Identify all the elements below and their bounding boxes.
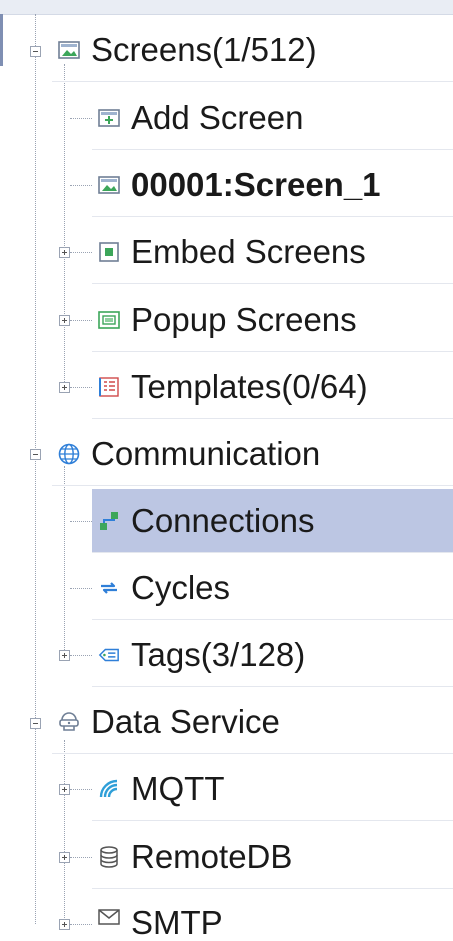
tree-item-popup-screens[interactable]: Popup Screens [92,288,453,352]
tree-item-cycles[interactable]: Cycles [92,556,453,620]
communication-label: Communication [91,434,321,472]
data-service-label: Data Service [91,702,280,740]
remotedb-label: RemoteDB [131,837,293,875]
mqtt-expand-toggle[interactable] [59,784,70,795]
tree-item-tags[interactable]: Tags(3/128) [92,623,453,687]
remotedb-expand-toggle[interactable] [59,852,70,863]
data-service-collapse-toggle[interactable] [30,718,41,729]
tree-item-smtp[interactable]: SMTP [92,892,453,941]
tree-branch [70,387,92,388]
tree-item-data-service[interactable]: Data Service [52,690,453,754]
tree-branch [70,588,92,589]
tree-branch [70,521,92,522]
tree-branch [70,655,92,656]
embed-screens-icon [98,241,120,263]
popup-screens-icon [98,309,120,331]
tree-branch [70,320,92,321]
mail-icon [98,906,120,928]
add-screen-icon [98,107,120,129]
data-service-icon [58,711,80,733]
tree-item-screen-1[interactable]: 00001:Screen_1 [92,153,453,217]
tags-label: Tags(3/128) [131,635,306,673]
tree-item-templates[interactable]: Templates(0/64) [92,355,453,419]
popup-screens-label: Popup Screens [131,300,357,338]
connections-label: Connections [131,501,315,539]
tree-branch [70,924,92,925]
templates-label: Templates(0/64) [131,367,368,405]
screens-collapse-toggle[interactable] [30,46,41,57]
project-tree: Screens(1/512) Add Screen 00001:Screen_1… [0,0,453,941]
tree-item-screens[interactable]: Screens(1/512) [52,18,453,82]
templates-expand-toggle[interactable] [59,382,70,393]
tree-branch [70,857,92,858]
tree-item-embed-screens[interactable]: Embed Screens [92,220,453,284]
tree-branch [70,118,92,119]
globe-icon [58,443,80,465]
communication-collapse-toggle[interactable] [30,449,41,460]
mqtt-label: MQTT [131,769,225,807]
tree-branch [70,789,92,790]
tree-guide-root [35,14,36,924]
cycles-label: Cycles [131,568,231,606]
tags-expand-toggle[interactable] [59,650,70,661]
tree-guide-screens [64,64,65,390]
popup-screens-expand-toggle[interactable] [59,315,70,326]
screens-icon [58,39,80,61]
smtp-expand-toggle[interactable] [59,919,70,930]
tree-guide-communication [64,466,65,656]
embed-screens-label: Embed Screens [131,232,366,270]
tree-item-connections[interactable]: Connections [92,489,453,553]
tree-item-communication[interactable]: Communication [52,422,453,486]
templates-icon [98,376,120,398]
mqtt-icon [98,778,120,800]
embed-screens-expand-toggle[interactable] [59,247,70,258]
connections-icon [98,510,120,532]
tree-branch [70,185,92,186]
tags-icon [98,644,120,666]
tree-item-remotedb[interactable]: RemoteDB [92,825,453,889]
cycles-icon [98,577,120,599]
database-icon [98,845,120,868]
screen-icon [98,174,120,196]
smtp-label: SMTP [131,904,223,941]
tree-item-mqtt[interactable]: MQTT [92,757,453,821]
screens-label: Screens(1/512) [91,30,317,68]
tree-item-add-screen[interactable]: Add Screen [92,86,453,150]
tree-branch [70,252,92,253]
screen-1-label: 00001:Screen_1 [131,165,381,203]
add-screen-label: Add Screen [131,98,304,136]
tree-guide-data-service [64,740,65,930]
